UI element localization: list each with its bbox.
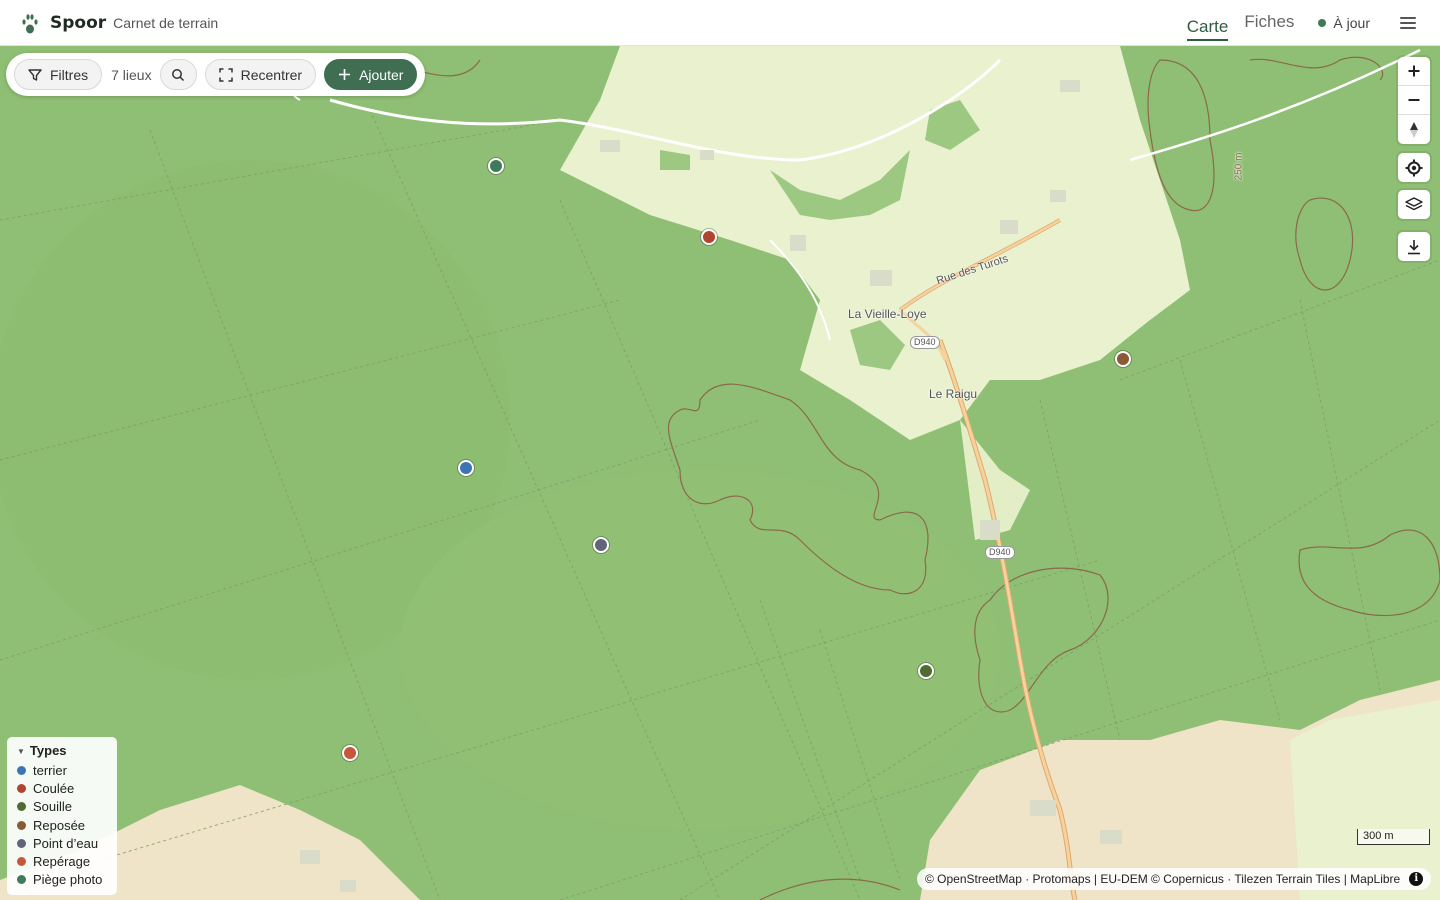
sync-status: À jour: [1318, 15, 1370, 31]
legend-item: Repérage: [17, 852, 107, 870]
legend-label: Coulée: [33, 780, 75, 796]
marker-point-d-eau[interactable]: [593, 537, 609, 553]
zoom-in-button[interactable]: [1398, 57, 1430, 86]
legend-dot-icon: [17, 857, 26, 867]
zoom-in-icon: [1408, 65, 1420, 77]
layers-button[interactable]: [1398, 190, 1430, 219]
legend-item: Coulée: [17, 779, 107, 797]
legend-toggle[interactable]: ▼ Types: [17, 743, 107, 758]
marker-souille[interactable]: [918, 663, 934, 679]
filter-icon: [28, 68, 42, 81]
legend-item: terrier: [17, 761, 107, 779]
download-icon: [1408, 239, 1420, 254]
status-dot-icon: [1318, 19, 1327, 27]
legend-item: Souille: [17, 798, 107, 816]
marker-reposee[interactable]: [1115, 351, 1131, 367]
legend-label: Point d’eau: [33, 835, 99, 851]
road-shield: D940: [985, 546, 1015, 559]
recenter-label: Recentrer: [240, 66, 303, 83]
zoom-out-icon: [1408, 99, 1420, 101]
compass-button[interactable]: [1398, 115, 1430, 144]
layers-icon: [1405, 196, 1423, 210]
search-icon: [172, 68, 185, 81]
contour-label: 250 m: [1233, 152, 1245, 181]
tab-carte[interactable]: Carte: [1186, 5, 1229, 41]
marker-piege-photo[interactable]: [488, 158, 504, 174]
recenter-button[interactable]: Recentrer: [204, 59, 317, 90]
map-basemap: [0, 46, 1440, 900]
legend-dot-icon: [17, 783, 26, 793]
tab-fiches[interactable]: Fiches: [1244, 0, 1294, 46]
app-subtitle: Carnet de terrain: [113, 14, 219, 31]
legend-item: Point d’eau: [17, 834, 107, 852]
place-label: La Vieille-Loye: [848, 307, 927, 321]
caret-down-icon: ▼: [17, 747, 25, 756]
marker-reperage[interactable]: [342, 745, 358, 761]
marker-coulee[interactable]: [701, 229, 717, 245]
zoom-controls: [1398, 57, 1430, 144]
place-label: Le Raigu: [929, 387, 978, 401]
locate-control: [1398, 153, 1430, 182]
top-bar: Spoor Carnet de terrain Carte Fiches À j…: [0, 0, 1440, 46]
search-button[interactable]: [159, 59, 197, 90]
legend-label: Souille: [33, 799, 73, 815]
brand[interactable]: Spoor Carnet de terrain: [20, 11, 218, 35]
hamburger-menu-icon[interactable]: [1400, 17, 1416, 29]
legend-dot-icon: [17, 802, 26, 812]
app-name: Spoor: [50, 12, 107, 33]
legend-item: Reposée: [17, 816, 107, 834]
plus-icon: [339, 69, 351, 80]
places-count: 7 lieux: [111, 66, 152, 83]
add-button[interactable]: Ajouter: [324, 59, 418, 90]
legend-title: Types: [29, 743, 67, 758]
legend-label: terrier: [33, 762, 67, 778]
paw-logo-icon: [22, 13, 38, 33]
zoom-out-button[interactable]: [1398, 86, 1430, 115]
locate-button[interactable]: [1398, 153, 1430, 182]
attribution: © OpenStreetMap · Protomaps | EU-DEM © C…: [917, 868, 1432, 890]
legend-dot-icon: [17, 820, 26, 830]
legend-label: Piège photo: [33, 872, 103, 888]
filters-button[interactable]: Filtres: [14, 59, 103, 90]
sync-status-label: À jour: [1333, 15, 1370, 31]
filters-label: Filtres: [50, 66, 89, 83]
legend-label: Reposée: [33, 817, 86, 833]
scale-bar: 300 m: [1357, 829, 1430, 845]
legend-dot-icon: [17, 838, 26, 848]
info-icon[interactable]: i: [1409, 872, 1424, 886]
locate-icon: [1405, 159, 1423, 176]
map-canvas[interactable]: La Vieille-Loye Le Raigu Rue des Turots …: [0, 46, 1440, 900]
layers-control: [1398, 190, 1430, 219]
marker-terrier[interactable]: [458, 460, 474, 476]
add-label: Ajouter: [359, 66, 404, 83]
map-toolbar: Filtres 7 lieux Recentrer Ajouter: [6, 53, 426, 96]
main-nav: Carte Fiches À jour: [1186, 0, 1440, 46]
road-shield: D940: [910, 336, 940, 349]
legend-dot-icon: [17, 875, 26, 885]
types-legend: ▼ Types terrier Coulée Souille Reposée Po…: [7, 737, 117, 896]
legend-item: Piège photo: [17, 871, 107, 889]
compass-icon: [1410, 121, 1418, 138]
attribution-text[interactable]: © OpenStreetMap · Protomaps | EU-DEM © C…: [925, 872, 1400, 886]
legend-dot-icon: [17, 765, 26, 775]
legend-label: Repérage: [33, 854, 91, 870]
download-button[interactable]: [1398, 232, 1430, 261]
download-control: [1398, 232, 1430, 261]
fullscreen-icon: [218, 67, 233, 82]
